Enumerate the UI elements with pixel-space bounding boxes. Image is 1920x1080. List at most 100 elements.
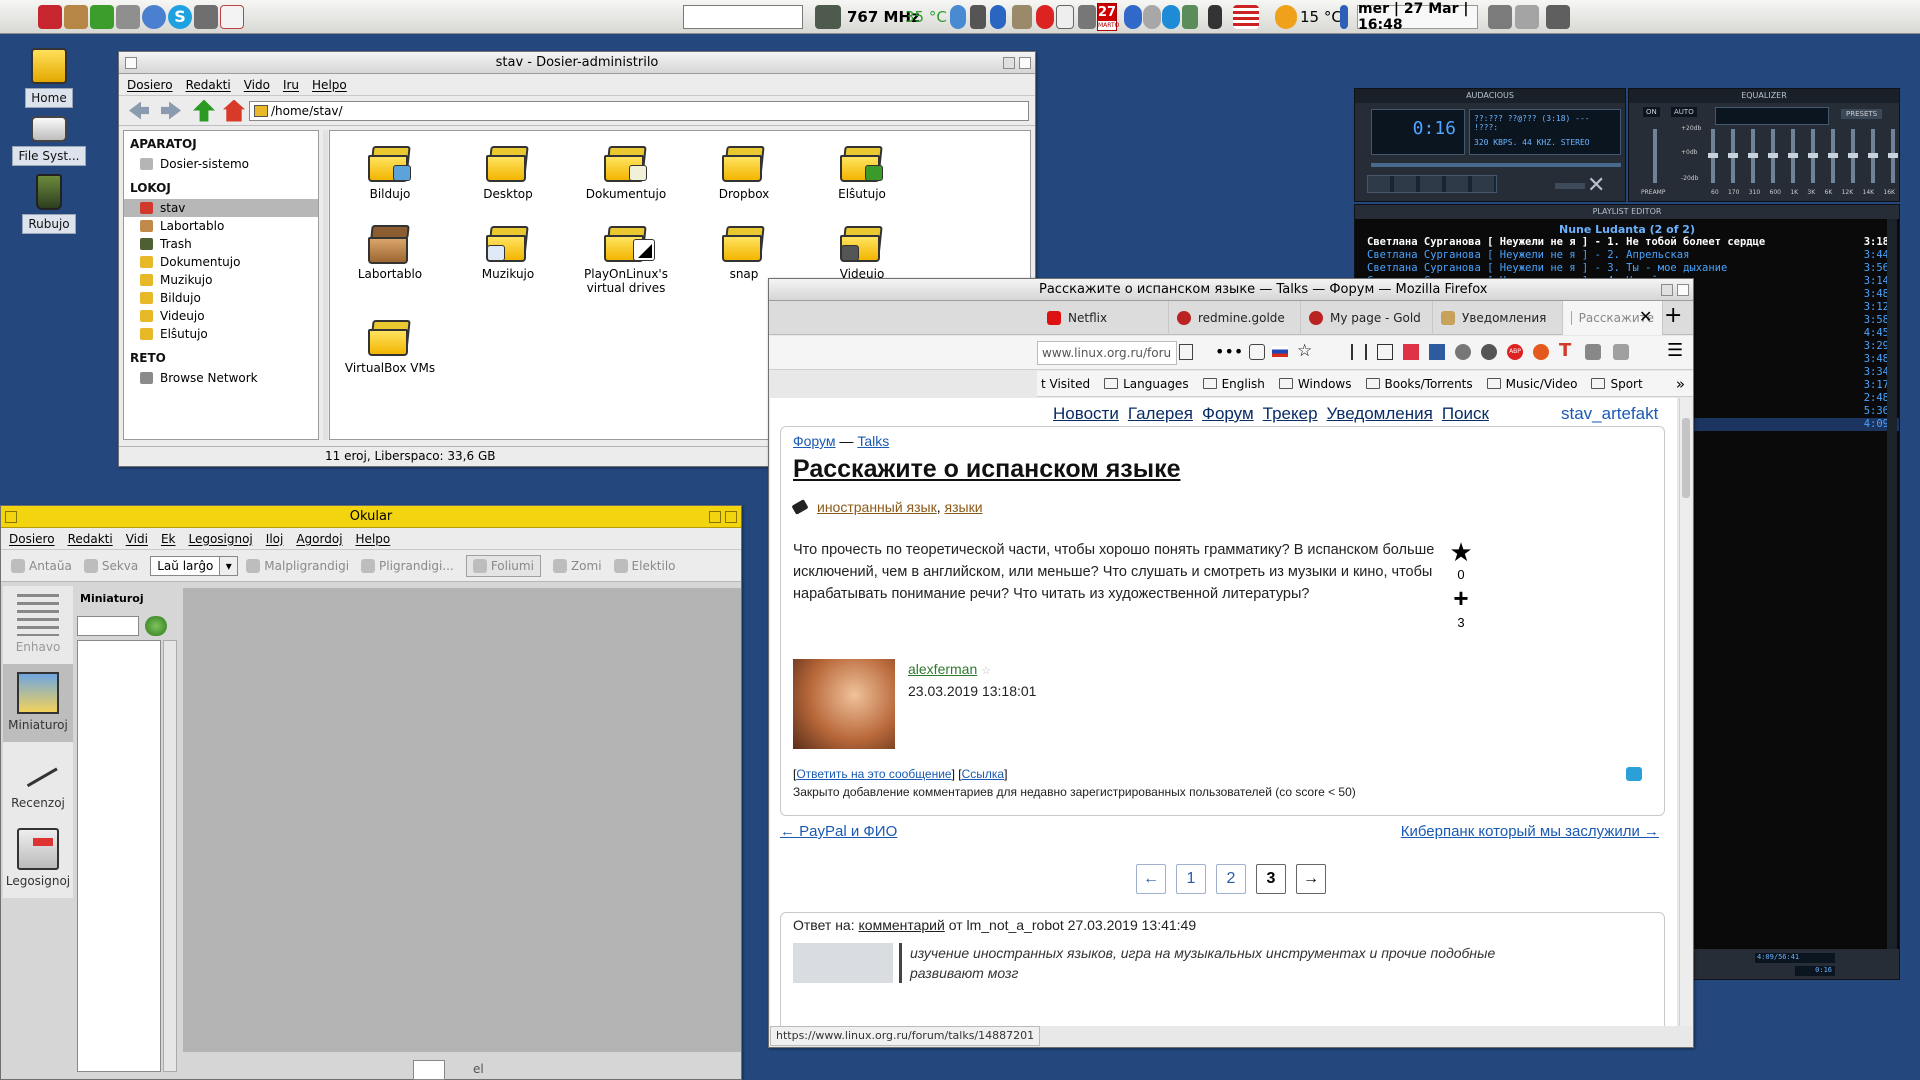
sidebar-item-network[interactable]: Browse Network [124, 369, 318, 387]
eq-band-slider[interactable] [1728, 129, 1738, 183]
page-2-button[interactable]: 2 [1216, 864, 1246, 894]
file-item-labortablo[interactable]: Labortablo [338, 223, 442, 281]
thumbnail-list[interactable] [77, 640, 161, 1072]
prev-topic-link[interactable]: ← PayPal и ФИО [780, 823, 897, 840]
file-item-elsutujo[interactable]: Elŝutujo [810, 143, 914, 201]
nav-gallery[interactable]: Галерея [1128, 404, 1193, 424]
translate-icon[interactable] [1429, 344, 1445, 360]
shield-icon[interactable] [1208, 5, 1222, 29]
notes-icon[interactable] [1012, 5, 1032, 29]
page-prev-button[interactable]: ← [1136, 864, 1166, 894]
maximize-button[interactable] [725, 511, 737, 523]
playlist-row[interactable]: Светлана Сурганова [ Неужели не я ] - 2.… [1355, 249, 1899, 262]
balance-slider[interactable] [1555, 183, 1585, 189]
close-x-icon[interactable]: ✕ [1587, 173, 1617, 198]
file-item-playonlinux[interactable]: PlayOnLinux's virtual drives [574, 223, 678, 295]
document-view[interactable] [183, 588, 741, 1052]
logout-icon[interactable] [1546, 5, 1570, 29]
select-tool-button[interactable]: Elektilo [613, 558, 676, 573]
browse-tool-button[interactable]: Foliumi [465, 554, 541, 577]
thumbnail-scrollbar[interactable] [163, 640, 177, 1072]
tools-icon[interactable] [116, 5, 140, 29]
breadcrumb-talks[interactable]: Talks [857, 433, 889, 449]
nav-forum[interactable]: Форум [1202, 404, 1254, 424]
tab-thumbnails[interactable]: Miniaturoj [3, 664, 73, 742]
permalink-link[interactable]: Ссылка [962, 767, 1004, 781]
bookmark-sport[interactable]: Sport [1591, 377, 1643, 391]
hamburger-menu-icon[interactable]: ☰ [1667, 340, 1683, 361]
file-item-dokumentujo[interactable]: Dokumentujo [574, 143, 678, 201]
bookmark-english[interactable]: English [1202, 377, 1265, 391]
next-topic-link[interactable]: Киберпанк который мы заслужили → [1401, 823, 1659, 840]
nav-tracker[interactable]: Трекер [1263, 404, 1318, 424]
screenshot-icon[interactable] [1403, 344, 1419, 360]
zoom-tool-button[interactable]: Zomi [552, 558, 602, 573]
record-icon[interactable] [1036, 5, 1054, 29]
user-link[interactable]: stav_artefakt [1561, 404, 1658, 424]
thumbnail-search-input[interactable] [77, 616, 139, 636]
desktop-icon-trash[interactable]: Rubujo [10, 174, 88, 234]
tag-link[interactable]: иностранный язык [817, 499, 937, 515]
sidebar-item-desktop[interactable]: Labortablo [124, 217, 318, 235]
transport-controls[interactable] [1367, 175, 1497, 193]
up-arrow-icon[interactable] [193, 99, 215, 122]
extension2-icon[interactable] [1613, 344, 1629, 360]
sidebar-item-home[interactable]: stav [124, 199, 318, 217]
nav-notifications[interactable]: Уведомления [1327, 404, 1433, 424]
back-arrow-icon[interactable] [129, 101, 149, 120]
url-bar[interactable]: www.linux.org.ru/foru [1037, 341, 1177, 365]
book-icon[interactable] [1056, 5, 1074, 29]
network-icon[interactable] [142, 5, 166, 29]
bookmark-music[interactable]: Music/Video [1486, 377, 1577, 391]
file-item-snap[interactable]: snap [692, 223, 796, 281]
bookmark-star-icon[interactable]: ☆ [1297, 341, 1312, 361]
record-addon-icon[interactable] [1481, 344, 1497, 360]
forward-arrow-icon[interactable] [161, 101, 181, 120]
page-1-button[interactable]: 1 [1176, 864, 1206, 894]
bluetooth-icon[interactable] [990, 5, 1006, 29]
minimize-button[interactable] [1661, 284, 1673, 296]
eq-presets-button[interactable]: PRESETS [1841, 109, 1883, 119]
nav-news[interactable]: Новости [1053, 404, 1119, 424]
menu-settings[interactable]: Agordoj [296, 532, 342, 546]
okular-titlebar[interactable]: Okular [1, 506, 741, 528]
menu-tools[interactable]: Iloj [266, 532, 284, 546]
skype-tray-icon[interactable] [1162, 5, 1180, 29]
eq-band-slider[interactable] [1808, 129, 1818, 183]
sidebar-item-downloads[interactable]: Elŝutujo [124, 325, 318, 343]
page-number-input[interactable] [413, 1060, 445, 1080]
avatar[interactable] [793, 659, 895, 749]
blocked-icon[interactable] [1143, 5, 1161, 29]
volume-icon[interactable] [950, 5, 966, 29]
eq-band-slider[interactable] [1788, 129, 1798, 183]
tab-contents[interactable]: Enhavo [3, 586, 73, 664]
author-link[interactable]: alexferman [908, 661, 977, 677]
menu-go[interactable]: Iru [283, 78, 299, 92]
bookmark-most-visited[interactable]: t Visited [1041, 377, 1090, 391]
playlist-scrollbar[interactable] [1887, 219, 1897, 959]
russian-flag-icon[interactable] [1272, 346, 1288, 357]
reader-view-icon[interactable] [1179, 344, 1193, 360]
chevron-right-icon[interactable]: » [1676, 375, 1685, 393]
desktop-icon-file-system[interactable]: File Syst... [10, 110, 88, 166]
bookmark-windows[interactable]: Windows [1278, 377, 1352, 391]
desktop-icon-home[interactable]: Home [10, 48, 88, 108]
nav-search[interactable]: Поиск [1442, 404, 1489, 424]
menu-go[interactable]: Ek [161, 532, 176, 546]
tab-my-page[interactable]: My page - Gold [1301, 301, 1433, 335]
bookmark-books[interactable]: Books/Torrents [1365, 377, 1473, 391]
close-tab-icon[interactable]: ✕ [1639, 307, 1652, 326]
minimize-button[interactable] [709, 511, 721, 523]
zoom-out-button[interactable]: Malpligrandigi [246, 558, 349, 573]
menu-edit[interactable]: Redakti [68, 532, 113, 546]
window-menu-button[interactable] [5, 511, 17, 523]
file-item-desktop[interactable]: Desktop [456, 143, 560, 201]
tab-reviews[interactable]: Recenzoj [3, 742, 73, 820]
menu-bookmarks[interactable]: Legosignoj [188, 532, 252, 546]
menu-edit[interactable]: Redakti [186, 78, 231, 92]
eq-auto-toggle[interactable]: AUTO [1671, 107, 1697, 117]
eq-band-slider[interactable] [1848, 129, 1858, 183]
previous-page-button[interactable]: Antaŭa [11, 558, 72, 573]
tab-netflix[interactable]: Netflix [1039, 301, 1169, 335]
reply-link[interactable]: Ответить на это сообщение [796, 767, 951, 781]
